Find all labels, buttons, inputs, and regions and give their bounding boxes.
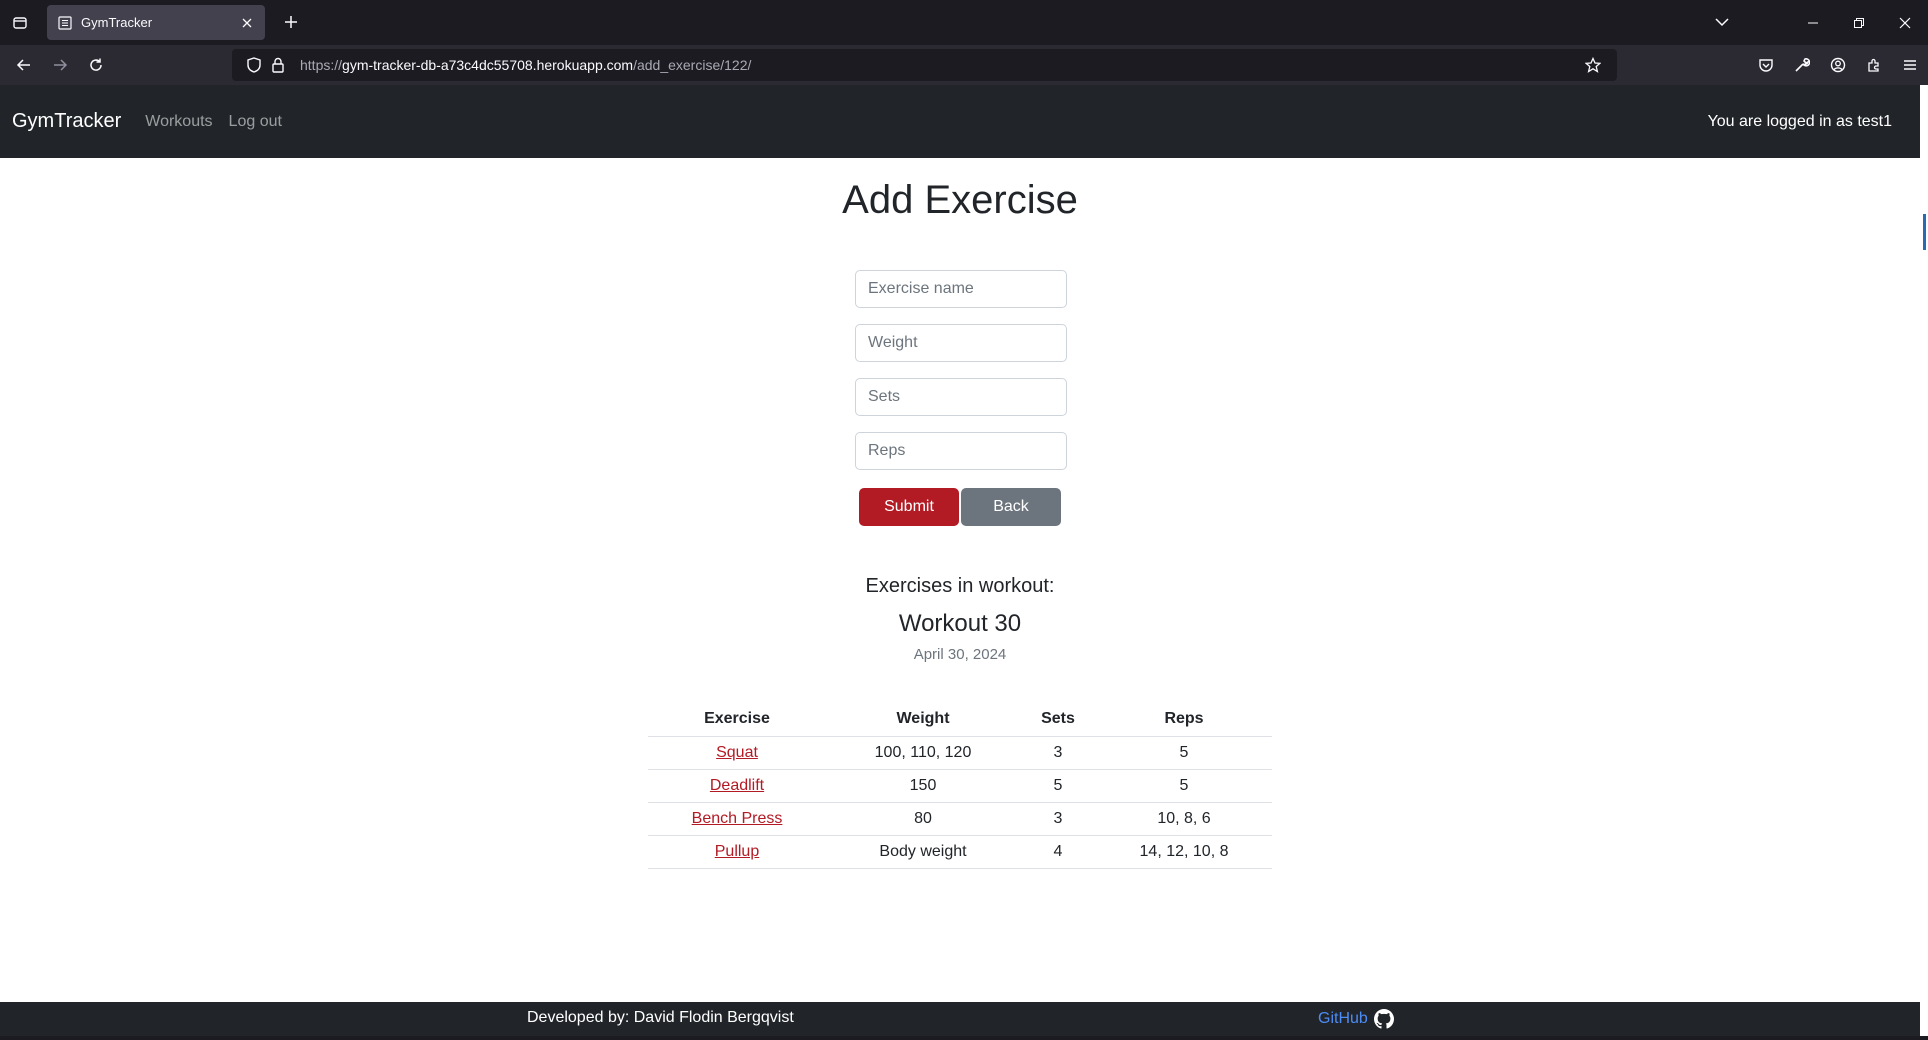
weight-cell: 150 — [826, 769, 1020, 803]
sets-cell: 5 — [1020, 769, 1096, 803]
scrollbar[interactable] — [1920, 158, 1928, 1040]
nav-link-logout[interactable]: Log out — [229, 113, 282, 131]
exercise-link[interactable]: Bench Press — [692, 810, 783, 827]
close-tab-icon[interactable] — [239, 15, 255, 31]
reload-icon[interactable] — [84, 53, 108, 77]
workout-name: Workout 30 — [898, 610, 1022, 637]
column-header-sets: Sets — [1020, 703, 1096, 737]
exercise-link[interactable]: Pullup — [715, 843, 759, 860]
page-title: Add Exercise — [842, 178, 1078, 222]
browser-tab[interactable]: GymTracker — [47, 5, 265, 40]
exercises-table: Exercise Weight Sets Reps Squat 100, 110… — [648, 703, 1272, 869]
exercise-link[interactable]: Deadlift — [710, 777, 764, 794]
column-header-weight: Weight — [826, 703, 1020, 737]
page-icon — [57, 15, 73, 31]
exercise-cell: Squat — [648, 736, 826, 770]
weight-cell: 100, 110, 120 — [826, 736, 1020, 770]
tab-title: GymTracker — [81, 15, 153, 30]
reps-cell: 10, 8, 6 — [1096, 802, 1272, 836]
reps-cell: 5 — [1096, 736, 1272, 770]
nav-link-workouts[interactable]: Workouts — [145, 113, 212, 131]
shield-icon[interactable] — [244, 55, 264, 75]
exercise-cell: Pullup — [648, 835, 826, 869]
reps-input[interactable] — [855, 432, 1067, 470]
form-buttons: Submit Back — [859, 488, 1061, 526]
sets-cell: 3 — [1020, 802, 1096, 836]
toolbar-right — [1748, 45, 1928, 85]
developer-credit: Developed by: David Flodin Bergqvist — [527, 1009, 794, 1026]
submit-button[interactable]: Submit — [859, 488, 959, 526]
tab-list-icon[interactable] — [0, 0, 40, 45]
exercise-name-input[interactable] — [855, 270, 1067, 308]
back-arrow-icon[interactable] — [12, 53, 36, 77]
brand-link[interactable]: GymTracker — [12, 110, 121, 133]
forward-arrow-icon[interactable] — [48, 53, 72, 77]
chevron-down-icon[interactable] — [1710, 11, 1734, 33]
wrench-icon[interactable] — [1784, 45, 1820, 85]
url-text[interactable]: https://gym-tracker-db-a73c4dc55708.hero… — [300, 57, 751, 73]
weight-cell: Body weight — [826, 835, 1020, 869]
table-row: Bench Press 80 3 10, 8, 6 — [648, 802, 1272, 836]
table-row: Deadlift 150 5 5 — [648, 769, 1272, 803]
reps-cell: 5 — [1096, 769, 1272, 803]
bookmark-star-icon[interactable] — [1583, 55, 1603, 75]
table-row: Pullup Body weight 4 14, 12, 10, 8 — [648, 835, 1272, 869]
menu-icon[interactable] — [1892, 45, 1928, 85]
back-button[interactable]: Back — [961, 488, 1061, 526]
browser-nav-bar: https://gym-tracker-db-a73c4dc55708.hero… — [0, 45, 1928, 85]
restore-icon[interactable] — [1836, 0, 1882, 45]
url-scheme: https:// — [300, 57, 343, 73]
new-tab-icon[interactable] — [280, 11, 302, 33]
url-host: gym-tracker-db-a73c4dc55708.herokuapp.co… — [342, 57, 634, 73]
column-header-exercise: Exercise — [648, 703, 826, 737]
scrollbar-thumb[interactable] — [1923, 214, 1926, 250]
bottom-strip — [0, 1036, 1928, 1040]
github-link[interactable]: GitHub — [1318, 1009, 1394, 1029]
exercise-link[interactable]: Squat — [716, 744, 758, 761]
exercise-cell: Deadlift — [648, 769, 826, 803]
column-header-reps: Reps — [1096, 703, 1272, 737]
lock-icon[interactable] — [268, 55, 288, 75]
github-icon — [1373, 1009, 1394, 1029]
weight-cell: 80 — [826, 802, 1020, 836]
reps-cell: 14, 12, 10, 8 — [1096, 835, 1272, 869]
sets-cell: 3 — [1020, 736, 1096, 770]
site-navbar: GymTracker Workouts Log out You are logg… — [0, 85, 1920, 158]
login-status: You are logged in as test1 — [1707, 112, 1892, 130]
browser-tab-bar: GymTracker — [0, 0, 1928, 45]
close-window-icon[interactable] — [1882, 0, 1928, 45]
minimize-icon[interactable] — [1790, 0, 1836, 45]
table-row: Squat 100, 110, 120 3 5 — [648, 736, 1272, 770]
sets-input[interactable] — [855, 378, 1067, 416]
pocket-icon[interactable] — [1748, 45, 1784, 85]
url-path: /add_exercise/122/ — [633, 57, 752, 73]
extensions-icon[interactable] — [1856, 45, 1892, 85]
site-footer: Developed by: David Flodin Bergqvist Git… — [0, 1002, 1920, 1036]
weight-input[interactable] — [855, 324, 1067, 362]
exercise-cell: Bench Press — [648, 802, 826, 836]
table-header-row: Exercise Weight Sets Reps — [648, 703, 1272, 737]
url-bar[interactable]: https://gym-tracker-db-a73c4dc55708.hero… — [232, 49, 1617, 81]
workout-date: April 30, 2024 — [913, 646, 1007, 663]
add-exercise-form — [855, 270, 1067, 486]
github-label: GitHub — [1318, 1010, 1368, 1027]
section-heading: Exercises in workout: — [865, 575, 1055, 597]
account-icon[interactable] — [1820, 45, 1856, 85]
window-controls — [1790, 0, 1928, 45]
sets-cell: 4 — [1020, 835, 1096, 869]
